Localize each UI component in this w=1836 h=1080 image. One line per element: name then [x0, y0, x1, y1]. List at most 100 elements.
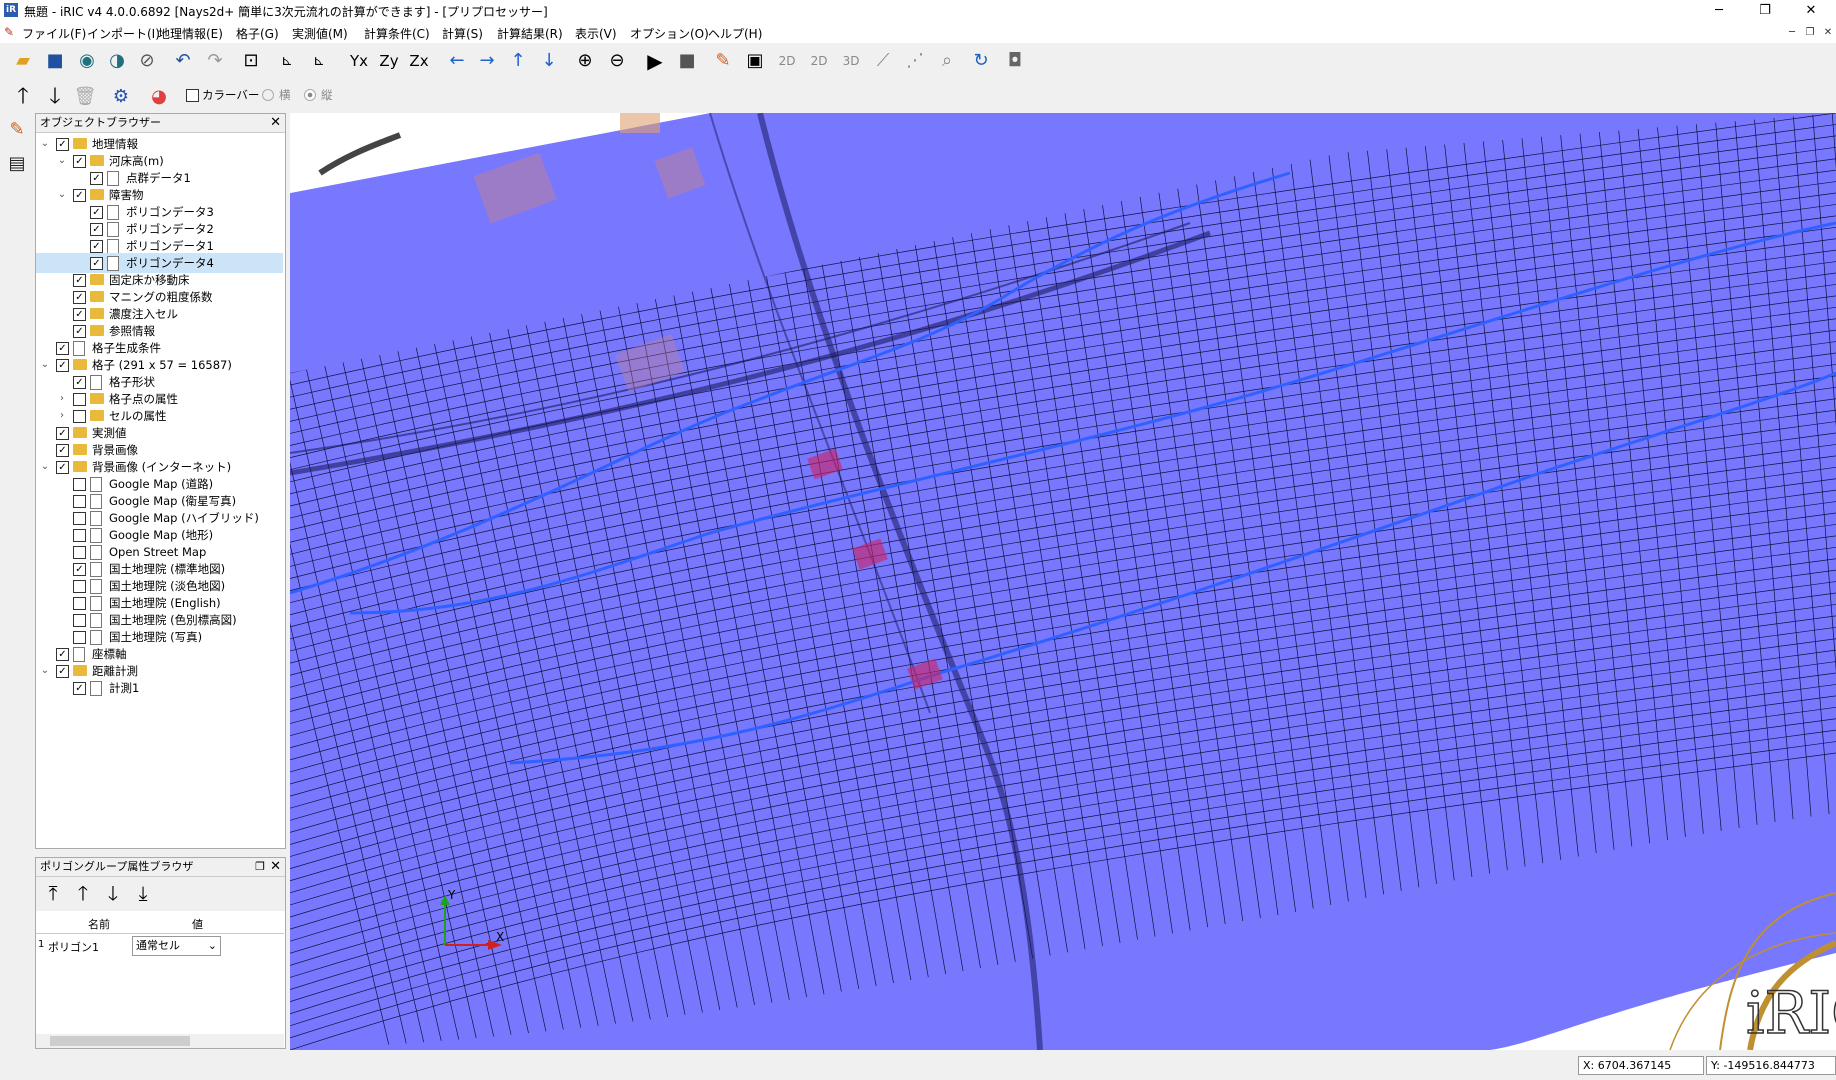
move-right-icon[interactable]: → [474, 48, 500, 74]
graph-zoom-icon[interactable]: ⌕ [934, 48, 960, 74]
horizontal-scrollbar[interactable] [36, 1034, 284, 1048]
tree-item-checkbox[interactable] [73, 529, 86, 542]
menu-geodata[interactable]: 地理情報(E) [158, 25, 223, 42]
undo-icon[interactable]: ↶ [170, 48, 196, 74]
move-top-icon[interactable]: ⤒ [40, 880, 66, 906]
tree-item-checkbox[interactable]: ✓ [73, 291, 86, 304]
color-icon[interactable]: ◕ [146, 84, 172, 110]
tree-item-checkbox[interactable]: ✓ [56, 665, 69, 678]
rotate-xy-icon[interactable]: Yx [346, 48, 372, 74]
move-down-icon[interactable]: ↓ [536, 48, 562, 74]
menu-option[interactable]: オプション(O) [630, 25, 709, 42]
refresh-icon[interactable]: ↻ [968, 48, 994, 74]
tree-item-checkbox[interactable]: ✓ [73, 189, 86, 202]
save-icon[interactable]: ■ [42, 48, 68, 74]
tree-item-checkbox[interactable]: ✓ [73, 376, 86, 389]
fit-icon[interactable]: ⊡ [238, 48, 264, 74]
tree-item[interactable]: ✓ 計測1 [36, 678, 283, 698]
menu-calc-condition[interactable]: 計算条件(C) [364, 25, 430, 42]
tree-item-checkbox[interactable]: ✓ [56, 648, 69, 661]
polygon-browser-float-icon[interactable]: ❐ [255, 858, 265, 876]
menu-help[interactable]: ヘルプ(H) [708, 25, 762, 42]
message-icon[interactable]: ▤ [4, 151, 30, 177]
delete-icon[interactable]: 🗑 [72, 84, 98, 110]
move-down-group-icon[interactable]: 🡓 [100, 880, 126, 906]
cancel-icon[interactable]: ⊘ [134, 48, 160, 74]
tree-item-checkbox[interactable]: ✓ [56, 342, 69, 355]
snapshot-icon[interactable]: ◉ [74, 48, 100, 74]
tree-item-checkbox[interactable] [73, 614, 86, 627]
rotate-zx-icon[interactable]: Zx [406, 48, 432, 74]
colorbar-checkbox[interactable] [186, 89, 199, 102]
property-icon[interactable]: ⚙ [108, 84, 134, 110]
move-bottom-icon[interactable]: ⤓ [130, 880, 156, 906]
tree-item-checkbox[interactable]: ✓ [73, 682, 86, 695]
minimize-button[interactable]: ─ [1696, 0, 1742, 22]
menu-file[interactable]: ファイル(F) [22, 25, 86, 42]
tree-item-checkbox[interactable] [73, 631, 86, 644]
polygon-browser-close-icon[interactable]: ✕ [270, 858, 281, 876]
edit-tool-icon[interactable]: ✎ [4, 117, 30, 143]
zoom-out-icon[interactable]: ⊖ [604, 48, 630, 74]
move-up-item-icon[interactable]: 🡑 [10, 84, 36, 110]
graph-icon[interactable]: ⟋ [870, 48, 896, 74]
mdi-minimize-button[interactable]: ─ [1784, 26, 1800, 40]
scatter-icon[interactable]: ⋰ [902, 48, 928, 74]
post-3d-icon[interactable]: 3D [838, 48, 864, 74]
move-left-icon[interactable]: ← [444, 48, 470, 74]
tree-item-checkbox[interactable]: ✓ [56, 444, 69, 457]
tree-item-checkbox[interactable]: ✓ [90, 223, 103, 236]
tree-item-checkbox[interactable]: ✓ [56, 359, 69, 372]
map-canvas[interactable]: Y X iRIC [290, 113, 1836, 1050]
tree-item-checkbox[interactable]: ✓ [56, 461, 69, 474]
tree-item-checkbox[interactable] [73, 478, 86, 491]
menu-calc[interactable]: 計算(S) [442, 25, 483, 42]
tree-item-checkbox[interactable]: ✓ [56, 427, 69, 440]
tree-item-checkbox[interactable] [73, 393, 86, 406]
move-up-group-icon[interactable]: 🡑 [70, 880, 96, 906]
move-up-icon[interactable]: ↑ [505, 48, 531, 74]
maximize-button[interactable]: ❐ [1742, 0, 1788, 22]
tree-item-checkbox[interactable] [73, 597, 86, 610]
cell-type-select[interactable]: 通常セル ⌄ [132, 936, 221, 956]
run-icon[interactable]: ▶ [642, 48, 668, 74]
menu-result[interactable]: 計算結果(R) [497, 25, 563, 42]
tree-item-checkbox[interactable] [73, 580, 86, 593]
table-row[interactable]: 1 ポリゴン1 通常セル ⌄ [36, 934, 284, 958]
zoom-in-icon[interactable]: ⊕ [572, 48, 598, 74]
tree-item-checkbox[interactable]: ✓ [73, 563, 86, 576]
post-2d-icon[interactable]: 2D [774, 48, 800, 74]
tree-item-checkbox[interactable] [73, 512, 86, 525]
tree-item-checkbox[interactable] [73, 410, 86, 423]
tree-item-checkbox[interactable]: ✓ [73, 274, 86, 287]
stop-icon[interactable]: ■ [674, 48, 700, 74]
map-svg[interactable]: Y X iRIC [290, 113, 1836, 1050]
redo-icon[interactable]: ↷ [202, 48, 228, 74]
mouse-icon[interactable]: ◘ [1002, 48, 1028, 74]
tree-item-checkbox[interactable]: ✓ [90, 240, 103, 253]
menu-grid[interactable]: 格子(G) [236, 25, 279, 42]
move-down-item-icon[interactable]: 🡓 [42, 84, 68, 110]
close-button[interactable]: ✕ [1788, 0, 1834, 22]
menu-measured[interactable]: 実測値(M) [292, 25, 348, 42]
rotate-zy-icon[interactable]: Zy [376, 48, 402, 74]
post-2d-bird-icon[interactable]: 2D [806, 48, 832, 74]
object-browser-close-icon[interactable]: ✕ [270, 114, 281, 132]
tree-item-checkbox[interactable]: ✓ [90, 257, 103, 270]
tree-item-checkbox[interactable] [73, 546, 86, 559]
mdi-restore-button[interactable]: ❐ [1802, 26, 1818, 40]
open-folder-icon[interactable]: ▰ [10, 48, 36, 74]
tree-item-checkbox[interactable]: ✓ [73, 155, 86, 168]
vertical-radio[interactable] [304, 89, 316, 101]
tree-item-checkbox[interactable] [73, 495, 86, 508]
menu-import[interactable]: インポート(I) [87, 25, 160, 42]
snapshot-save-icon[interactable]: ◑ [104, 48, 130, 74]
tree-item-checkbox[interactable]: ✓ [56, 138, 69, 151]
tree-item-checkbox[interactable]: ✓ [90, 172, 103, 185]
console-icon[interactable]: ▣ [742, 48, 768, 74]
scale-x-icon[interactable]: ⊾ [274, 48, 300, 74]
scale-y-icon[interactable]: ⊾ [306, 48, 332, 74]
tree-item-checkbox[interactable]: ✓ [73, 308, 86, 321]
tree-item-checkbox[interactable]: ✓ [90, 206, 103, 219]
tree-item-checkbox[interactable]: ✓ [73, 325, 86, 338]
